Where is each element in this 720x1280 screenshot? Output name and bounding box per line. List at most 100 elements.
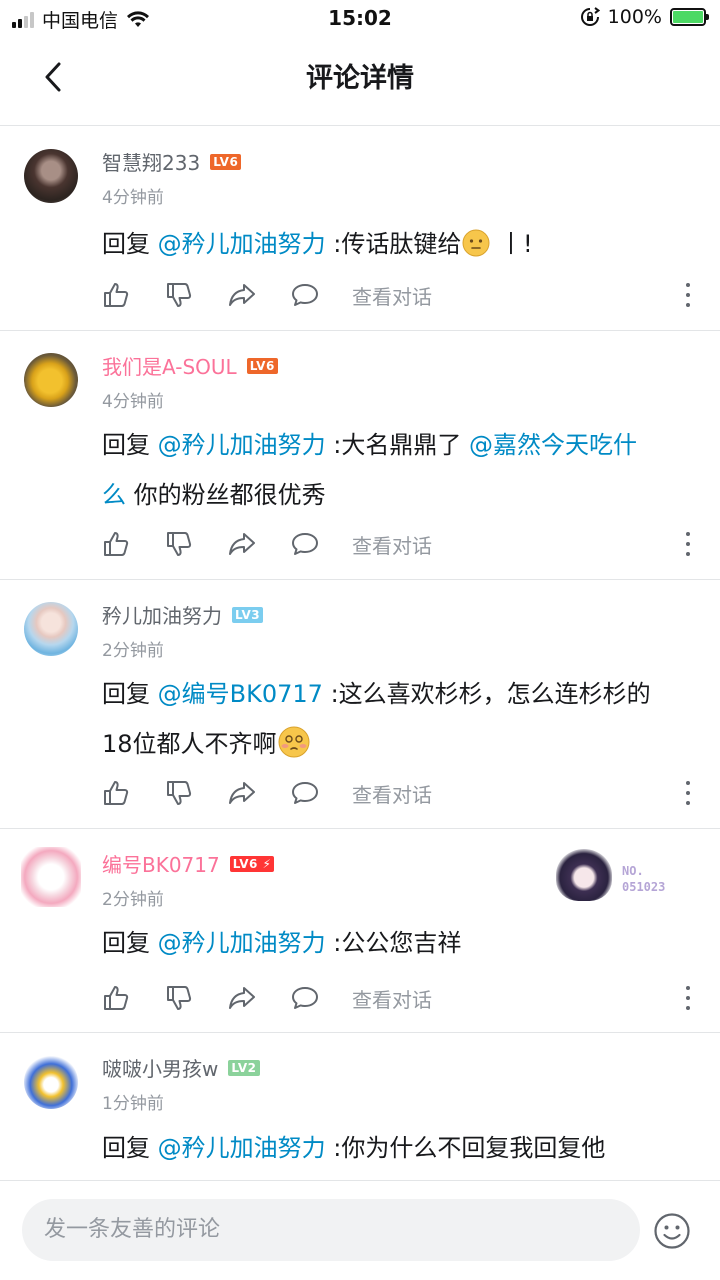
username[interactable]: 我们是A-SOUL — [102, 351, 237, 380]
share-button[interactable] — [226, 777, 258, 809]
mention-link[interactable]: 么 — [102, 481, 126, 509]
comment-bubble-icon — [292, 533, 318, 555]
fan-badge-avatar — [556, 849, 612, 901]
battery-icon — [670, 8, 709, 26]
fan-badge-number: 051023 — [622, 880, 666, 894]
share-button[interactable] — [226, 528, 258, 560]
comment-item: 智慧翔233 LV6 4分钟前 回复 @矜儿加油努力 :传话肽键给 丨! 查看对… — [0, 127, 720, 331]
comment-text: 回复 @矜儿加油努力 :传话肽键给 丨! — [102, 219, 692, 269]
thumbs-down-icon — [167, 986, 192, 1010]
comment-bubble-icon — [292, 987, 318, 1009]
thumbs-up-icon — [104, 986, 129, 1010]
more-options-button[interactable] — [678, 280, 698, 310]
comment-body: :公公您吉祥 — [333, 929, 462, 957]
avatar[interactable] — [24, 602, 78, 656]
dislike-button[interactable] — [163, 279, 195, 311]
more-options-button[interactable] — [678, 529, 698, 559]
mention-link[interactable]: @矜儿加油努力 — [158, 431, 326, 459]
view-conversation-link[interactable]: 查看对话 — [352, 984, 432, 1013]
orientation-lock-icon — [580, 7, 600, 26]
thumbs-down-icon — [167, 283, 192, 307]
comment-item: 编号BK0717 LV6 ⚡ NO. 051023 2分钟前 回复 @矜儿加油努… — [0, 829, 720, 1033]
more-options-button[interactable] — [678, 983, 698, 1013]
share-icon — [229, 782, 255, 804]
avatar[interactable] — [24, 1055, 78, 1109]
level-badge: LV6 — [246, 357, 278, 374]
reply-prefix: 回复 — [102, 431, 150, 459]
fan-badge[interactable]: NO. 051023 — [552, 849, 692, 901]
fan-badge-label: NO. — [622, 864, 644, 878]
mention-link[interactable]: @矜儿加油努力 — [158, 929, 326, 957]
comment-suffix: 丨! — [499, 230, 533, 258]
username[interactable]: 智慧翔233 — [102, 147, 200, 176]
comment-input[interactable]: 发一条友善的评论 — [22, 1199, 640, 1261]
comment-text: 回复 @矜儿加油努力 :公公您吉祥 — [102, 918, 692, 968]
dislike-button[interactable] — [163, 777, 195, 809]
comment-body: :这么喜欢杉杉，怎么连杉杉的 — [330, 680, 651, 708]
thumbs-up-icon — [104, 283, 129, 307]
share-button[interactable] — [226, 982, 258, 1014]
comment-text: 回复 @编号BK0717 :这么喜欢杉杉，怎么连杉杉的 18位都人不齐啊 — [102, 669, 692, 769]
like-button[interactable] — [100, 279, 132, 311]
reply-button[interactable] — [289, 777, 321, 809]
username[interactable]: 矜儿加油努力 — [102, 600, 222, 629]
battery-percent: 100% — [607, 6, 662, 28]
emoji-icon — [462, 229, 490, 257]
mention-link[interactable]: @矜儿加油努力 — [158, 230, 326, 258]
comment-time: 2分钟前 — [102, 641, 164, 661]
reply-prefix: 回复 — [102, 230, 150, 258]
username[interactable]: 啵啵小男孩w — [102, 1053, 218, 1082]
comment-item: 我们是A-SOUL LV6 4分钟前 回复 @矜儿加油努力 :大名鼎鼎了 @嘉然… — [0, 331, 720, 580]
thumbs-down-icon — [167, 781, 192, 805]
mention-link[interactable]: @嘉然今天吃什 — [469, 431, 637, 459]
emoji-icon[interactable] — [652, 1211, 692, 1251]
comment-text: 回复 @矜儿加油努力 :大名鼎鼎了 @嘉然今天吃什 么 你的粉丝都很优秀 — [102, 420, 692, 520]
thumbs-down-icon — [167, 532, 192, 556]
mention-link[interactable]: @编号BK0717 — [158, 680, 323, 708]
like-button[interactable] — [100, 777, 132, 809]
level-badge: LV3 — [232, 606, 264, 623]
level-badge: LV2 — [228, 1059, 260, 1076]
page-title: 评论详情 — [306, 63, 414, 94]
comment-body: 你的粉丝都很优秀 — [133, 481, 326, 509]
status-bar: 中国电信 15:02 100% — [0, 0, 720, 36]
view-conversation-link[interactable]: 查看对话 — [352, 281, 432, 310]
comment-time: 4分钟前 — [102, 188, 164, 208]
dislike-button[interactable] — [163, 982, 195, 1014]
reply-button[interactable] — [289, 982, 321, 1014]
reply-prefix: 回复 — [102, 1134, 150, 1162]
reply-prefix: 回复 — [102, 929, 150, 957]
avatar[interactable] — [24, 149, 78, 203]
comment-body: :传话肽键给 — [333, 230, 462, 258]
view-conversation-link[interactable]: 查看对话 — [352, 779, 432, 808]
share-icon — [229, 987, 255, 1009]
comment-text: 回复 @矜儿加油努力 :你为什么不回复我回复他 — [102, 1123, 692, 1173]
avatar[interactable] — [21, 847, 81, 907]
share-icon — [229, 533, 255, 555]
level-badge: LV6 ⚡ — [229, 855, 275, 872]
share-button[interactable] — [226, 279, 258, 311]
share-icon — [229, 284, 255, 306]
like-button[interactable] — [100, 982, 132, 1014]
comment-body: :你为什么不回复我回复他 — [333, 1134, 606, 1162]
nav-header: 评论详情 — [0, 36, 720, 126]
reply-button[interactable] — [289, 279, 321, 311]
thumbs-up-icon — [104, 532, 129, 556]
more-options-button[interactable] — [678, 778, 698, 808]
comment-item: 矜儿加油努力 LV3 2分钟前 回复 @编号BK0717 :这么喜欢杉杉，怎么连… — [0, 580, 720, 829]
avatar[interactable] — [24, 353, 78, 407]
comment-bubble-icon — [292, 284, 318, 306]
reply-button[interactable] — [289, 528, 321, 560]
level-badge: LV6 — [210, 153, 242, 170]
view-conversation-link[interactable]: 查看对话 — [352, 530, 432, 559]
comment-bubble-icon — [292, 782, 318, 804]
comment-input-bar: 发一条友善的评论 — [0, 1180, 720, 1280]
dislike-button[interactable] — [163, 528, 195, 560]
comment-time: 4分钟前 — [102, 392, 164, 412]
emoji-icon — [278, 726, 310, 758]
username[interactable]: 编号BK0717 — [102, 849, 220, 878]
comment-item: 啵啵小男孩w LV2 1分钟前 回复 @矜儿加油努力 :你为什么不回复我回复他 — [0, 1033, 720, 1180]
like-button[interactable] — [100, 528, 132, 560]
mention-link[interactable]: @矜儿加油努力 — [158, 1134, 326, 1162]
comment-time: 2分钟前 — [102, 890, 164, 910]
